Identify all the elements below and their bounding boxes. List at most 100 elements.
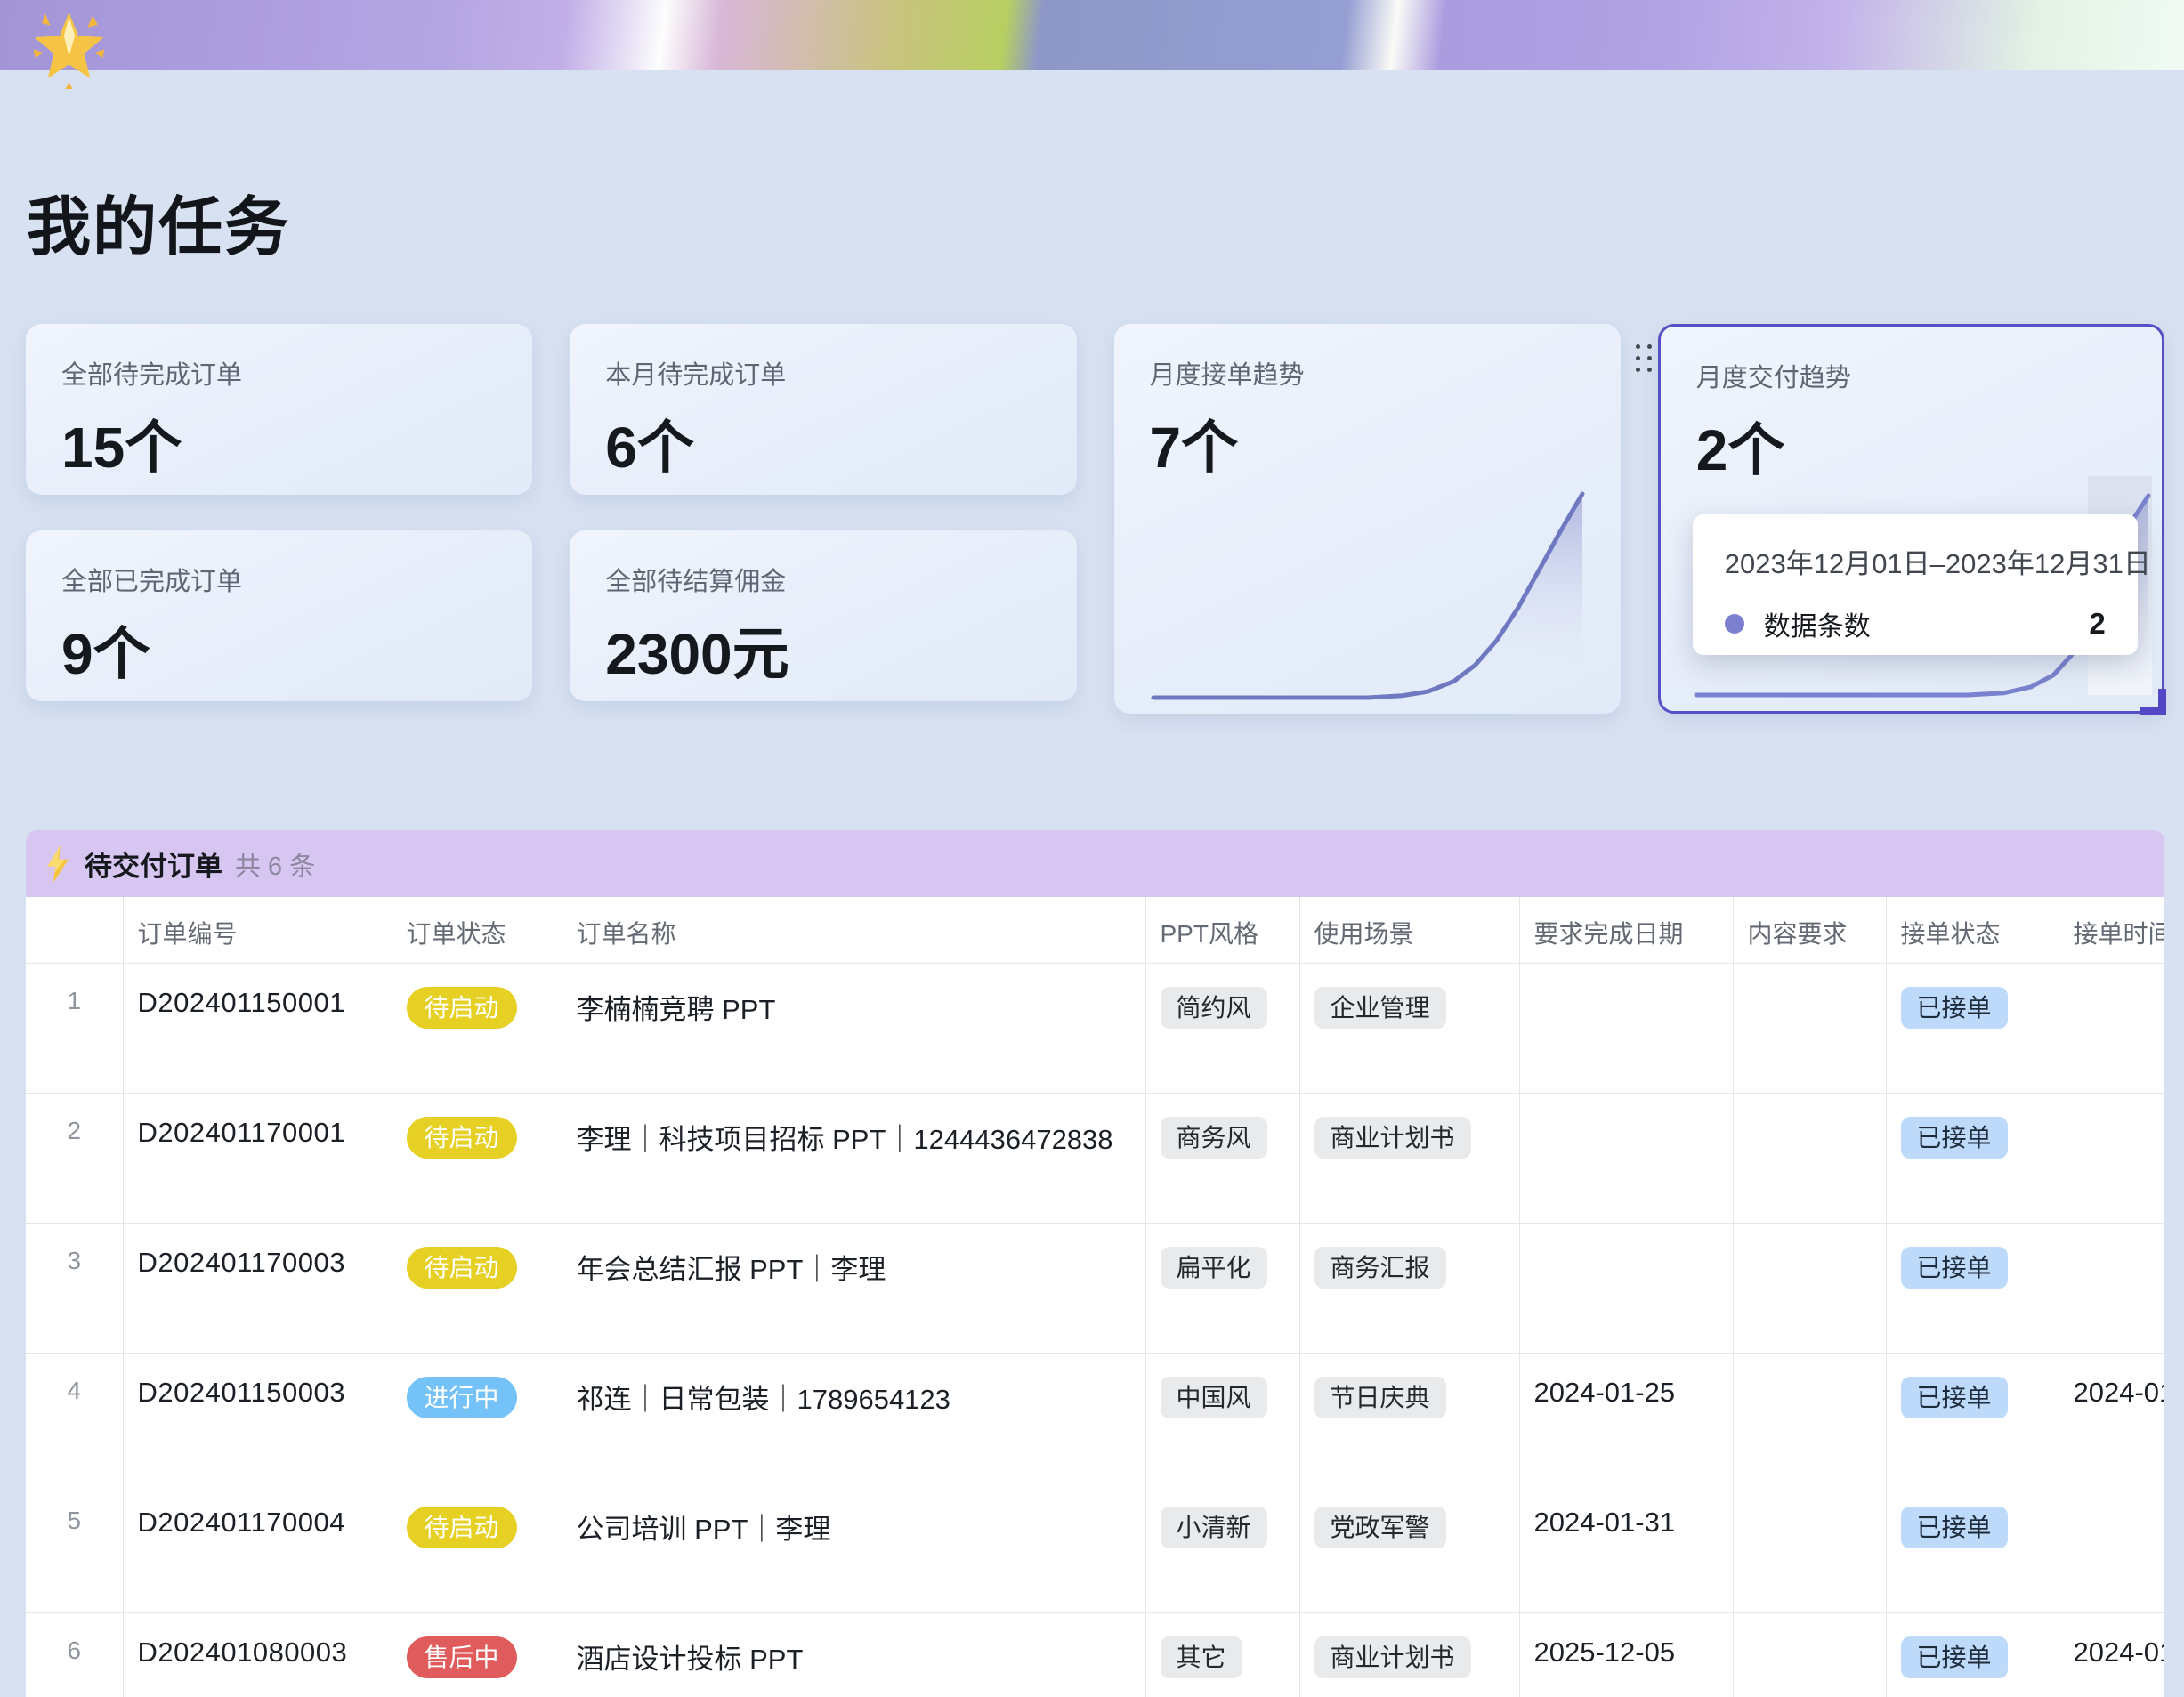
row-index[interactable]: 5 [26,1483,123,1612]
style-tag: 其它 [1161,1636,1242,1679]
cell-accept-status[interactable]: 已接单 [1886,1093,2059,1223]
column-header-index[interactable] [26,897,123,963]
table-header-bar[interactable]: 待交付订单 共 6 条 [26,830,2164,897]
column-header[interactable]: 订单编号 [123,897,392,963]
stat-label: 全部已完成订单 [61,561,497,598]
table-row: 2 D202401170001 待启动 李理｜科技项目招标 PPT｜124443… [26,1093,2164,1223]
column-header[interactable]: 使用场景 [1299,897,1519,963]
column-header[interactable]: 要求完成日期 [1519,897,1733,963]
cell-due-date[interactable] [1519,963,1733,1093]
cell-order-status[interactable]: 售后中 [392,1612,562,1697]
stat-card-completed-total[interactable]: 全部已完成订单 9个 [26,530,532,701]
stat-value: 2个 [1696,405,2126,487]
table-row: 6 D202401080003 售后中 酒店设计投标 PPT 其它 商业计划书 … [26,1612,2164,1697]
column-header[interactable]: 接单时间 [2059,897,2164,963]
cell-order-name[interactable]: 李楠楠竞聘 PPT [562,963,1145,1093]
cell-order-name[interactable]: 酒店设计投标 PPT [562,1612,1145,1697]
cell-ppt-style[interactable]: 小清新 [1145,1483,1299,1612]
cell-order-no[interactable]: D202401150001 [123,963,392,1093]
style-tag: 小清新 [1161,1507,1267,1549]
accept-pill: 已接单 [1901,1117,2008,1160]
cell-accept-status[interactable]: 已接单 [1886,963,2059,1093]
cell-order-name[interactable]: 祁连｜日常包装｜1789654123 [562,1353,1145,1483]
cell-ppt-style[interactable]: 商务风 [1145,1093,1299,1223]
stat-value: 9个 [61,609,497,691]
drag-handle-icon[interactable] [1636,344,1652,372]
cell-order-no[interactable]: D202401170004 [123,1483,392,1612]
cell-order-name[interactable]: 公司培训 PPT｜李理 [562,1483,1145,1612]
row-index[interactable]: 4 [26,1353,123,1483]
stat-label: 月度接单趋势 [1150,354,1585,392]
cell-accept-time[interactable] [2059,1093,2164,1223]
cell-accept-status[interactable]: 已接单 [1886,1353,2059,1483]
stats-grid: 全部待完成订单 15个 本月待完成订单 6个 月度接单趋势 7个 [26,324,2164,714]
cell-accept-status[interactable]: 已接单 [1886,1223,2059,1353]
trend-card-monthly-orders[interactable]: 月度接单趋势 7个 [1114,324,1621,714]
resize-handle[interactable] [2140,689,2166,715]
cell-accept-time[interactable] [2059,963,2164,1093]
accept-pill: 已接单 [1901,1247,2008,1289]
cell-due-date[interactable] [1519,1093,1733,1223]
cell-order-no[interactable]: D202401150003 [123,1353,392,1483]
cell-order-name[interactable]: 年会总结汇报 PPT｜李理 [562,1223,1145,1353]
cell-accept-time[interactable] [2059,1483,2164,1612]
cell-ppt-style[interactable]: 扁平化 [1145,1223,1299,1353]
cell-content-req[interactable] [1733,1093,1886,1223]
table-head-row: 订单编号订单状态订单名称PPT风格使用场景要求完成日期内容要求接单状态接单时间 [26,897,2164,963]
cell-usage-scene[interactable]: 党政军警 [1299,1483,1519,1612]
cell-content-req[interactable] [1733,1483,1886,1612]
cell-ppt-style[interactable]: 简约风 [1145,963,1299,1093]
row-index[interactable]: 6 [26,1612,123,1697]
stat-card-pending-month[interactable]: 本月待完成订单 6个 [570,324,1076,495]
cell-order-status[interactable]: 待启动 [392,1223,562,1353]
cell-accept-time[interactable]: 2024-01 [2059,1612,2164,1697]
cell-due-date[interactable]: 2024-01-25 [1519,1353,1733,1483]
stat-card-pending-total[interactable]: 全部待完成订单 15个 [26,324,532,495]
row-index[interactable]: 2 [26,1093,123,1223]
column-header[interactable]: PPT风格 [1145,897,1299,963]
cell-usage-scene[interactable]: 商业计划书 [1299,1093,1519,1223]
row-index[interactable]: 3 [26,1223,123,1353]
cell-order-status[interactable]: 待启动 [392,1483,562,1612]
cell-order-status[interactable]: 待启动 [392,1093,562,1223]
cell-order-status[interactable]: 待启动 [392,963,562,1093]
column-header[interactable]: 接单状态 [1886,897,2059,963]
stat-value: 2300元 [605,609,1040,691]
accept-pill: 已接单 [1901,1377,2008,1419]
cell-accept-time[interactable] [2059,1223,2164,1353]
scene-tag: 商务汇报 [1314,1247,1446,1289]
cell-ppt-style[interactable]: 中国风 [1145,1353,1299,1483]
cell-content-req[interactable] [1733,1223,1886,1353]
table-row: 3 D202401170003 待启动 年会总结汇报 PPT｜李理 扁平化 商务… [26,1223,2164,1353]
cell-order-name[interactable]: 李理｜科技项目招标 PPT｜1244436472838 [562,1093,1145,1223]
cell-content-req[interactable] [1733,963,1886,1093]
cell-order-no[interactable]: D202401170003 [123,1223,392,1353]
column-header[interactable]: 内容要求 [1733,897,1886,963]
column-header[interactable]: 订单状态 [392,897,562,963]
cell-accept-status[interactable]: 已接单 [1886,1612,2059,1697]
star-icon [27,5,111,90]
cell-order-no[interactable]: D202401080003 [123,1612,392,1697]
row-index[interactable]: 1 [26,963,123,1093]
table-row: 4 D202401150003 进行中 祁连｜日常包装｜1789654123 中… [26,1353,2164,1483]
cell-content-req[interactable] [1733,1612,1886,1697]
cell-order-status[interactable]: 进行中 [392,1353,562,1483]
cell-usage-scene[interactable]: 企业管理 [1299,963,1519,1093]
status-pill: 售后中 [407,1636,517,1679]
stat-card-commission[interactable]: 全部待结算佣金 2300元 [570,530,1076,701]
column-header[interactable]: 订单名称 [562,897,1145,963]
cell-usage-scene[interactable]: 商务汇报 [1299,1223,1519,1353]
cell-ppt-style[interactable]: 其它 [1145,1612,1299,1697]
status-pill: 待启动 [407,1117,517,1160]
stat-value: 7个 [1150,402,1585,484]
cell-due-date[interactable] [1519,1223,1733,1353]
trend-card-monthly-delivery[interactable]: 月度交付趋势 2个 2023年12月01日–2023年12月31日 数据条数 2 [1658,324,2164,714]
cell-accept-status[interactable]: 已接单 [1886,1483,2059,1612]
cell-due-date[interactable]: 2025-12-05 [1519,1612,1733,1697]
cell-usage-scene[interactable]: 节日庆典 [1299,1353,1519,1483]
cell-content-req[interactable] [1733,1353,1886,1483]
cell-due-date[interactable]: 2024-01-31 [1519,1483,1733,1612]
cell-accept-time[interactable]: 2024-01 [2059,1353,2164,1483]
cell-order-no[interactable]: D202401170001 [123,1093,392,1223]
cell-usage-scene[interactable]: 商业计划书 [1299,1612,1519,1697]
